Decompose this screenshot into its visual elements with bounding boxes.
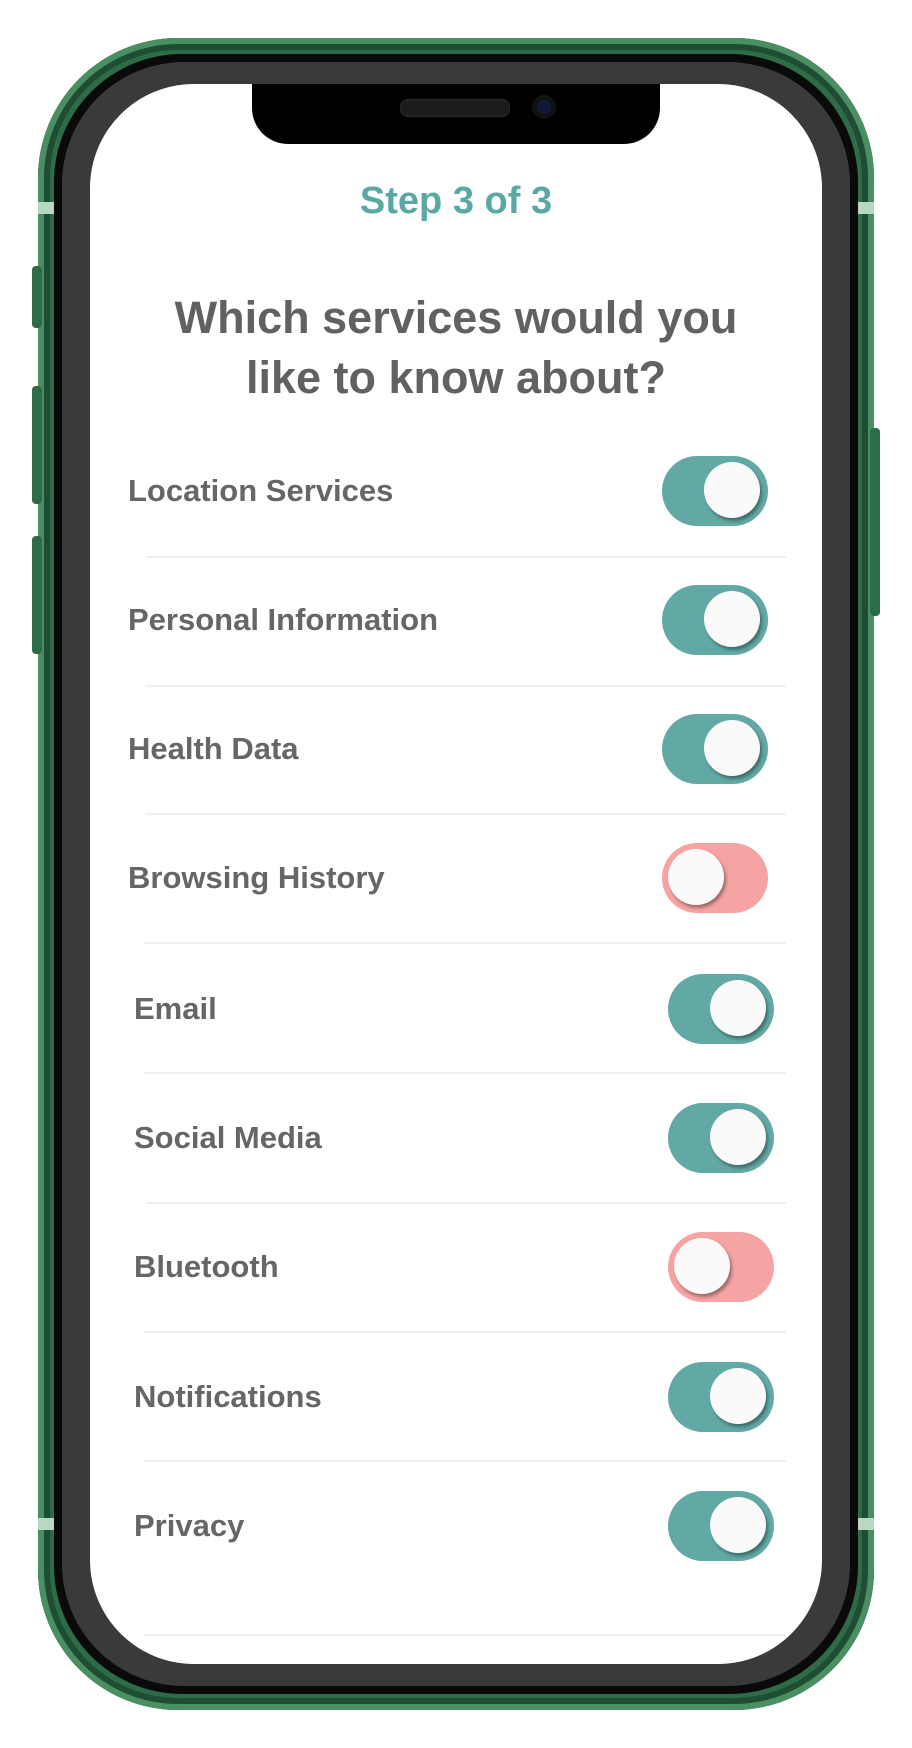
service-toggle[interactable] [662, 843, 768, 913]
service-label: Personal Information [128, 602, 439, 637]
toggle-knob [710, 980, 766, 1036]
service-toggle[interactable] [668, 1232, 774, 1302]
service-label: Email [134, 991, 217, 1026]
service-label: Bluetooth [134, 1249, 279, 1284]
toggle-knob [674, 1238, 730, 1294]
service-label: Location Services [128, 473, 394, 508]
service-label: Social Media [134, 1120, 322, 1155]
list-item: Social Media [0, 1103, 912, 1173]
list-item: Privacy [0, 1491, 912, 1561]
list-item: Browsing History [0, 843, 912, 913]
divider [144, 1072, 786, 1074]
toggle-knob [704, 720, 760, 776]
service-toggle[interactable] [662, 585, 768, 655]
list-item: Location Services [0, 456, 912, 526]
service-toggle[interactable] [662, 714, 768, 784]
list-item: Email [0, 974, 912, 1044]
mute-switch[interactable] [32, 266, 42, 328]
service-toggle[interactable] [662, 456, 768, 526]
divider [144, 1634, 786, 1636]
divider [144, 1331, 786, 1333]
divider [146, 1202, 786, 1204]
service-label: Health Data [128, 731, 299, 766]
service-toggle[interactable] [668, 1103, 774, 1173]
list-item: Health Data [0, 714, 912, 784]
service-toggle[interactable] [668, 1362, 774, 1432]
service-label: Privacy [134, 1508, 245, 1543]
page-title-line-1: Which services would you [174, 292, 738, 343]
toggle-knob [668, 849, 724, 905]
divider [146, 556, 786, 558]
divider [146, 685, 786, 687]
divider [144, 1460, 786, 1462]
list-item: Personal Information [0, 585, 912, 655]
toggle-knob [710, 1109, 766, 1165]
divider [144, 942, 786, 944]
toggle-knob [704, 591, 760, 647]
toggle-knob [710, 1497, 766, 1553]
page-title-line-2: like to know about? [245, 352, 666, 403]
service-toggle[interactable] [668, 1491, 774, 1561]
toggle-knob [710, 1368, 766, 1424]
step-indicator: Step 3 of 3 [359, 180, 553, 222]
service-label: Notifications [134, 1379, 322, 1414]
speaker-grille [400, 99, 510, 117]
service-toggle[interactable] [668, 974, 774, 1044]
list-item: Bluetooth [0, 1232, 912, 1302]
front-camera-icon [532, 95, 556, 119]
list-item: Notifications [0, 1362, 912, 1432]
service-label: Browsing History [128, 860, 385, 895]
toggle-knob [704, 462, 760, 518]
divider [146, 813, 786, 815]
page-title: Which services would you like to know ab… [140, 288, 772, 408]
